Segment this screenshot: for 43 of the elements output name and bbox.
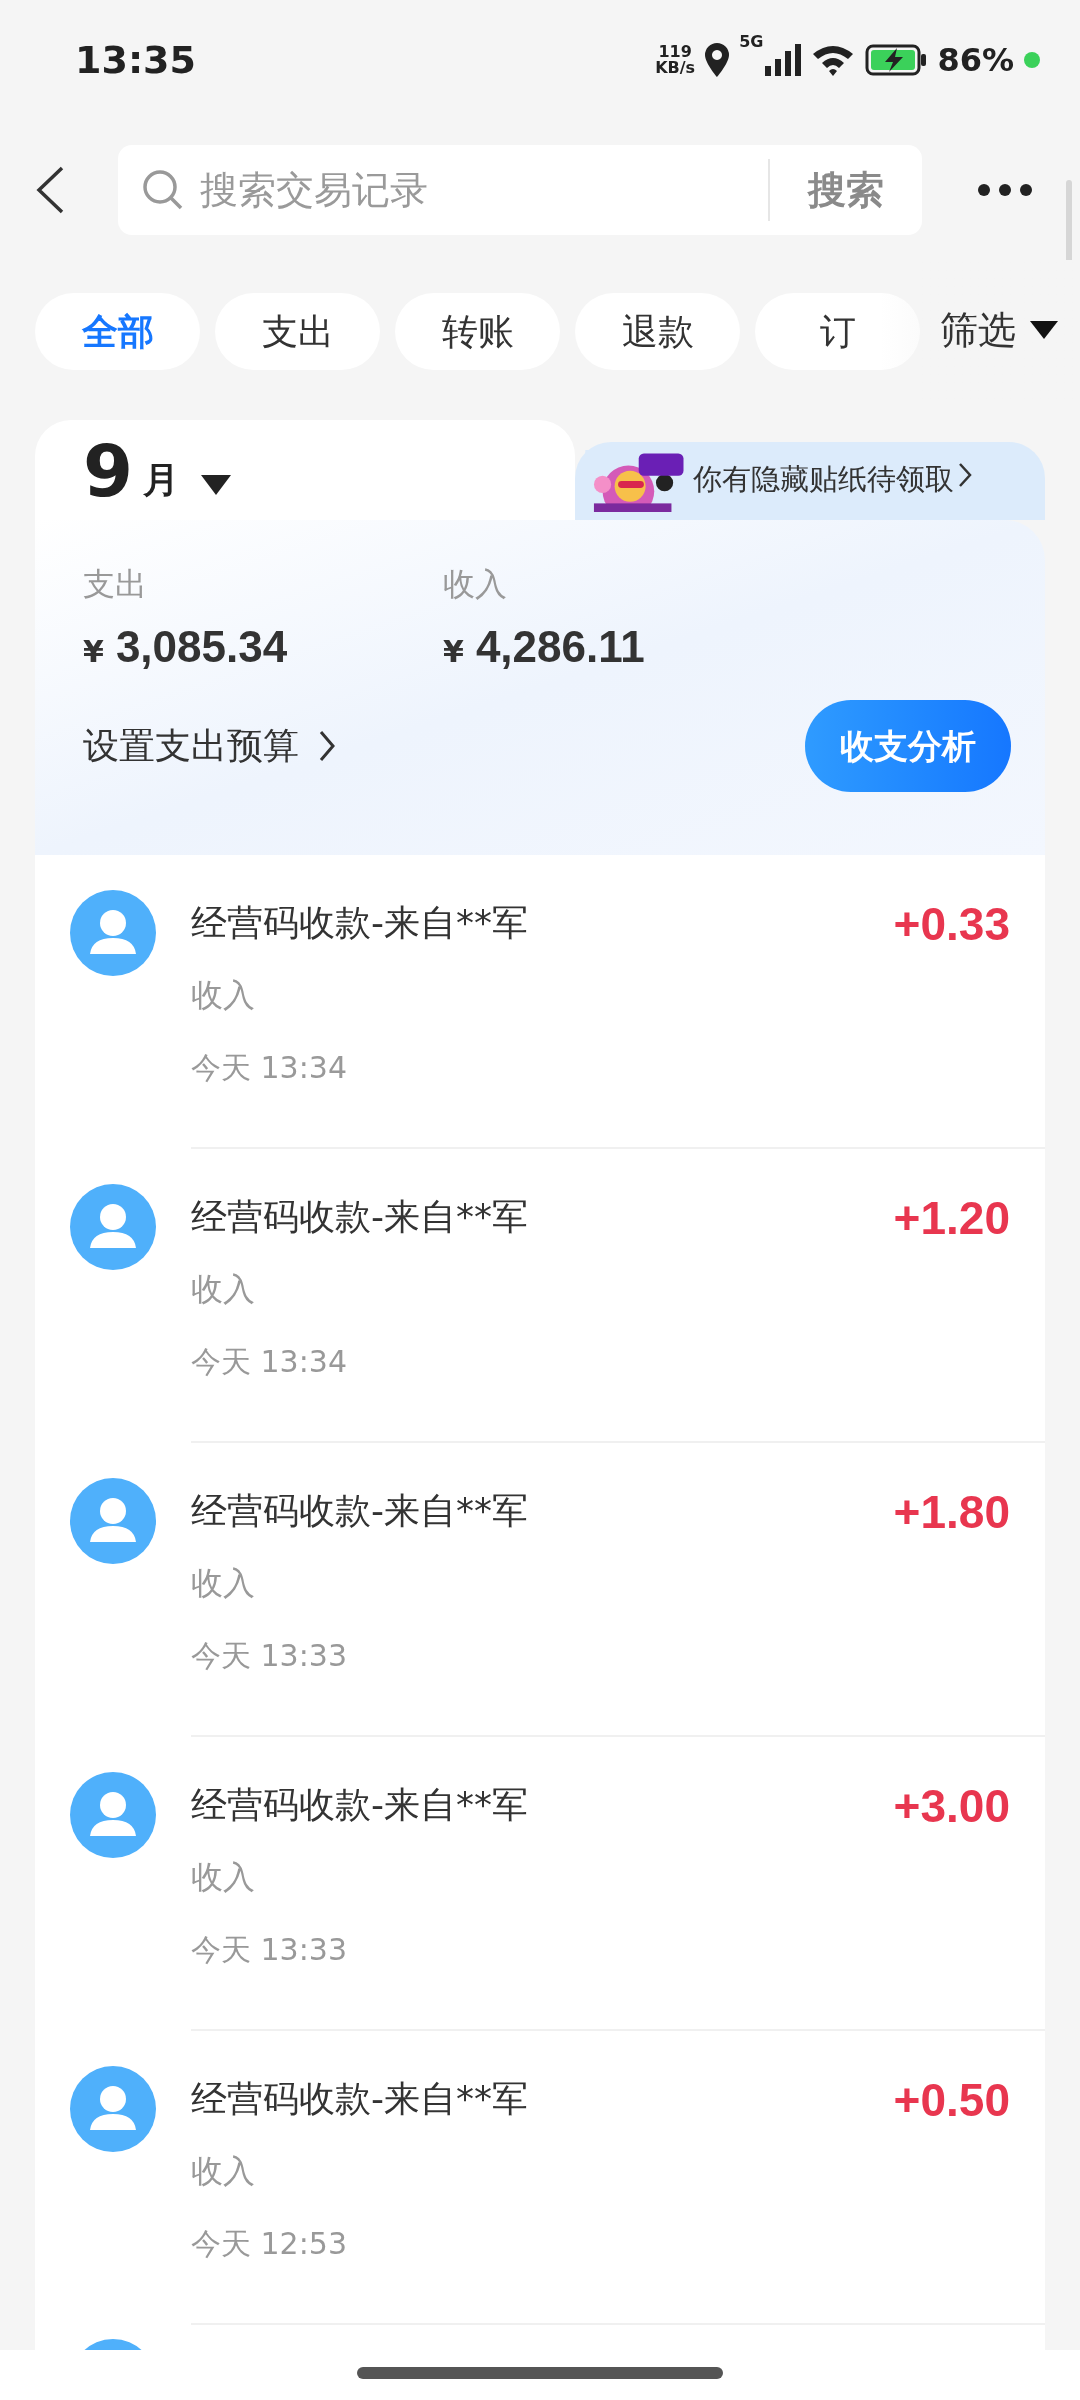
status-time: 13:35: [75, 36, 196, 84]
transaction-time: 今天 13:33: [191, 1931, 348, 1969]
transaction-category: 收入: [191, 1563, 256, 1604]
transaction-amount: +0.33: [893, 897, 1010, 952]
analysis-button[interactable]: 收支分析: [805, 700, 1011, 792]
transaction-title: 经营码收款-来自**军: [191, 1783, 528, 1827]
transaction-time: 今天 13:34: [191, 1343, 348, 1381]
transaction-title: 经营码收款-来自**军: [191, 2077, 528, 2121]
currency-symbol: ¥: [443, 633, 464, 671]
transaction-time: 今天 13:33: [191, 1637, 348, 1675]
filter-tab[interactable]: 订: [755, 293, 920, 370]
transaction-amount: +1.20: [893, 1191, 1010, 1246]
transaction-time: 今天 13:34: [191, 1049, 348, 1087]
filter-tab[interactable]: 支出: [215, 293, 380, 370]
transaction-category: 收入: [191, 2151, 256, 2192]
expense-amount: 3,085.34: [115, 621, 288, 673]
month-unit: 月: [143, 458, 180, 502]
battery-percent: 86%: [937, 40, 1014, 81]
transaction-category: 收入: [191, 1857, 256, 1898]
transaction-category: 收入: [191, 1269, 256, 1310]
income-amount: 4,286.11: [475, 621, 645, 673]
transaction-amount: +0.50: [893, 2073, 1010, 2128]
sticker-banner-text: 你有隐藏贴纸待领取: [693, 461, 954, 498]
filter-dropdown[interactable]: 筛选: [940, 301, 1058, 359]
transaction-title: 经营码收款-来自**军: [191, 901, 528, 945]
filter-tab[interactable]: 全部: [35, 293, 200, 370]
transaction-category: 收入: [191, 975, 256, 1016]
transaction-time: 今天 12:53: [191, 2225, 348, 2263]
month-number: 9: [83, 435, 134, 507]
filter-tab[interactable]: 转账: [395, 293, 560, 370]
currency-symbol: ¥: [83, 633, 104, 671]
network-speed-unit: KB/s: [655, 60, 696, 76]
transaction-title: 经营码收款-来自**军: [191, 1489, 528, 1533]
budget-link[interactable]: 设置支出预算: [83, 719, 335, 773]
expense-label: 支出: [83, 564, 148, 605]
transaction-amount: +1.80: [893, 1485, 1010, 1540]
filter-tab[interactable]: 退款: [575, 293, 740, 370]
transaction-title: 经营码收款-来自**军: [191, 1195, 528, 1239]
network-speed: 119: [658, 44, 692, 60]
sticker-banner[interactable]: 你有隐藏贴纸待领取: [575, 442, 1045, 520]
income-label: 收入: [443, 564, 508, 605]
transaction-amount: +3.00: [893, 1779, 1010, 1834]
network-type: 5G: [739, 31, 764, 53]
